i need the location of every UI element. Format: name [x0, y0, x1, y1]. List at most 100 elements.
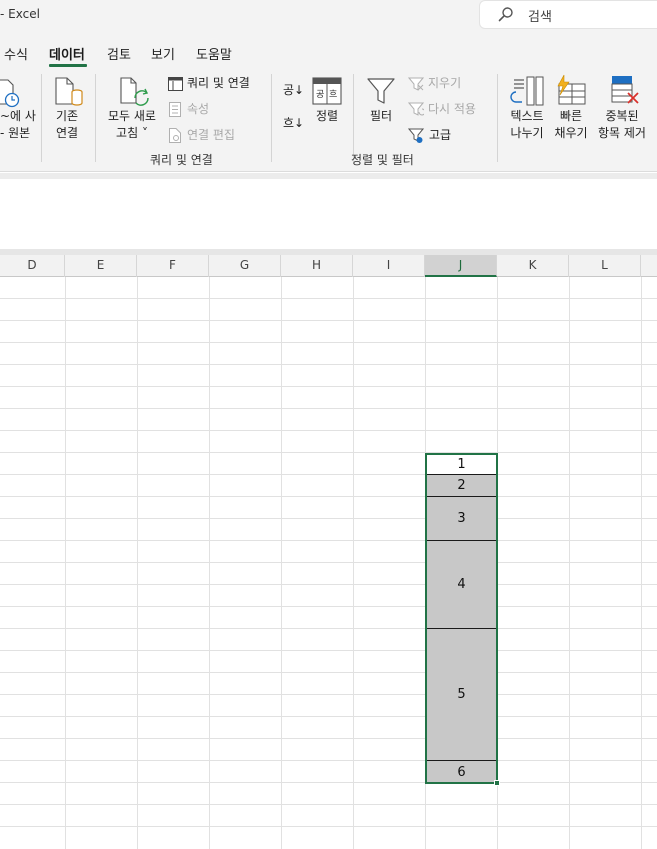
sort-descending-button[interactable]: 흐↓	[283, 116, 304, 131]
tab-review[interactable]: 검토	[107, 44, 131, 63]
app-title: - Excel	[0, 7, 40, 21]
data-source-icon	[0, 79, 20, 108]
search-placeholder: 검색	[528, 10, 552, 25]
refresh-all-icon	[120, 77, 149, 106]
separator	[95, 74, 96, 162]
grid-line	[569, 277, 570, 849]
grid-line	[0, 408, 657, 409]
refresh-all-label-2: 고침 ˅	[116, 126, 148, 140]
filter-label: 필터	[370, 109, 393, 123]
tab-help[interactable]: 도움말	[196, 44, 232, 63]
text-to-columns-label-2: 나누기	[510, 126, 544, 140]
fill-handle[interactable]	[494, 780, 500, 786]
grid-line	[0, 782, 657, 783]
grid-line	[0, 760, 657, 761]
group-label-queries: 쿼리 및 연결	[150, 153, 213, 167]
search-icon	[498, 7, 513, 22]
svg-text:공: 공	[316, 89, 324, 100]
selection-border	[425, 453, 498, 784]
sort-label: 정렬	[316, 109, 339, 123]
column-header-j[interactable]: J	[425, 255, 497, 277]
sort-ascending-button[interactable]: 공↓	[283, 83, 304, 98]
edit-links-icon	[169, 128, 181, 143]
grid-line	[0, 650, 657, 651]
grid-line	[137, 277, 138, 849]
separator	[353, 74, 354, 162]
grid-line	[0, 628, 657, 629]
column-header-partial[interactable]	[641, 255, 657, 277]
advanced-filter-label: 고급	[429, 128, 452, 142]
grid-line	[0, 826, 657, 827]
column-headers: D E F G H I J K L	[0, 255, 657, 277]
tab-view[interactable]: 보기	[151, 44, 175, 63]
grid-line	[0, 738, 657, 739]
grid-line	[65, 277, 66, 849]
grid-line	[281, 277, 282, 849]
grid-line	[0, 672, 657, 673]
filter-icon	[367, 78, 395, 104]
active-tab-indicator	[49, 64, 87, 67]
grid-line	[0, 430, 657, 431]
refresh-all-label-1: 모두 새로	[108, 109, 156, 123]
grid-line	[0, 584, 657, 585]
column-header-d[interactable]: D	[0, 255, 65, 277]
grid-line	[0, 562, 657, 563]
column-header-f[interactable]: F	[137, 255, 209, 277]
grid-line	[0, 716, 657, 717]
properties-icon	[169, 102, 181, 117]
separator	[497, 74, 498, 162]
remove-duplicates-icon	[611, 76, 639, 104]
grid-line	[209, 277, 210, 849]
tab-formulas[interactable]: 수식	[4, 44, 28, 63]
get-data-label-1: ~에 사	[0, 109, 36, 123]
existing-connections-icon	[55, 77, 83, 106]
existing-connections-label-1: 기존	[55, 109, 79, 123]
ribbon: ~에 사 - 원본 기존 연결 모두 새로 고침 ˅ 쿼리 및 연결 속성 연결…	[0, 68, 657, 172]
grid-line	[0, 342, 657, 343]
flash-fill-label-2: 채우기	[554, 126, 588, 140]
worksheet-grid[interactable]	[0, 277, 657, 849]
reapply-icon	[408, 102, 424, 116]
formula-bar-strip[interactable]	[0, 173, 657, 179]
column-header-i[interactable]: I	[353, 255, 425, 277]
grid-line	[0, 320, 657, 321]
flash-fill-icon	[557, 74, 586, 105]
tab-data[interactable]: 데이터	[49, 44, 85, 63]
queries-connections-icon	[168, 77, 183, 91]
text-to-columns-label-1: 텍스트	[510, 109, 544, 123]
queries-connections-label: 쿼리 및 연결	[187, 76, 250, 90]
column-header-h[interactable]: H	[281, 255, 353, 277]
grid-line	[0, 540, 657, 541]
separator	[41, 74, 42, 162]
clear-filter-label: 지우기	[428, 76, 462, 90]
grid-line	[0, 694, 657, 695]
column-header-k[interactable]: K	[497, 255, 569, 277]
grid-line	[0, 474, 657, 475]
grid-line	[0, 364, 657, 365]
group-label-sort-filter: 정렬 및 필터	[351, 153, 414, 167]
grid-line	[0, 804, 657, 805]
column-header-e[interactable]: E	[65, 255, 137, 277]
grid-line	[353, 277, 354, 849]
search-box[interactable]: 검색	[479, 0, 657, 29]
ribbon-tabs: 수식 데이터 검토 보기 도움말	[0, 32, 657, 68]
formula-area	[0, 173, 657, 249]
reapply-label: 다시 적용	[428, 102, 476, 116]
grid-line	[641, 277, 642, 849]
flash-fill-label-1: 빠른	[559, 109, 583, 123]
grid-line	[0, 298, 657, 299]
edit-links-label: 연결 편집	[187, 128, 235, 142]
remove-duplicates-label-2: 항목 제거	[598, 126, 646, 140]
text-to-columns-icon	[510, 76, 544, 106]
column-header-l[interactable]: L	[569, 255, 641, 277]
existing-connections-label-2: 연결	[55, 126, 79, 140]
grid-line	[0, 518, 657, 519]
column-header-g[interactable]: G	[209, 255, 281, 277]
separator	[271, 74, 272, 162]
grid-line	[0, 386, 657, 387]
advanced-filter-icon	[408, 128, 424, 143]
grid-line	[0, 606, 657, 607]
grid-line	[0, 496, 657, 497]
svg-text:흐: 흐	[329, 89, 337, 100]
sort-icon: 공 흐	[312, 77, 342, 105]
